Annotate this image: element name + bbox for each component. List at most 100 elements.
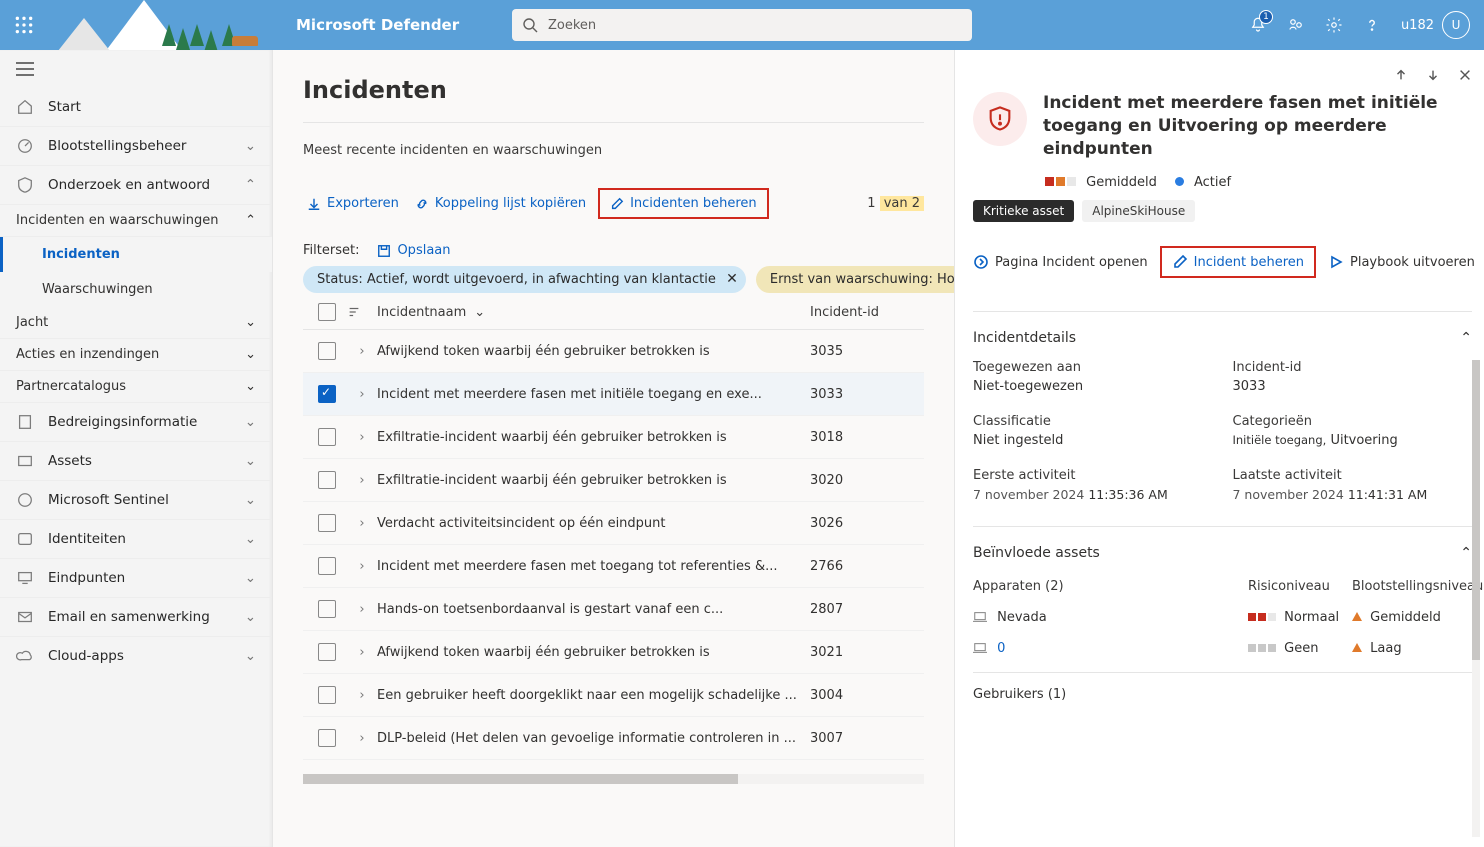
last-activity-value: 7 november 2024 11:41:31 AM <box>1233 487 1473 502</box>
expand-row-icon[interactable]: › <box>347 516 377 531</box>
settings-icon[interactable] <box>1325 16 1343 34</box>
table-row[interactable]: ›Hands-on toetsenbordaanval is gestart v… <box>303 588 924 631</box>
status-indicator: Actief <box>1175 175 1231 190</box>
row-name: DLP-beleid (Het delen van gevoelige info… <box>377 731 810 746</box>
row-id: 3033 <box>810 387 920 402</box>
nav-cloud-apps[interactable]: Cloud-apps ⌄ <box>0 637 272 675</box>
copy-link-button[interactable]: Koppeling lijst kopiëren <box>411 192 590 215</box>
main-content: Incidenten Meest recente incidenten en w… <box>273 50 954 847</box>
nav-sentinel[interactable]: Microsoft Sentinel ⌄ <box>0 481 272 520</box>
device-row[interactable]: 0 Geen Laag <box>973 633 1472 664</box>
nav-threat-intel[interactable]: Bedreigingsinformatie ⌄ <box>0 403 272 442</box>
row-checkbox[interactable] <box>318 471 336 489</box>
chevron-down-icon: ⌄ <box>245 138 256 154</box>
table-row[interactable]: ›Incident met meerdere fasen met initiël… <box>303 373 924 416</box>
expand-row-icon[interactable]: › <box>347 387 377 402</box>
row-name: Incident met meerdere fasen met toegang … <box>377 559 810 574</box>
row-checkbox[interactable] <box>318 686 336 704</box>
row-checkbox[interactable] <box>318 557 336 575</box>
row-checkbox[interactable] <box>318 729 336 747</box>
notifications-icon[interactable]: 1 <box>1249 16 1267 34</box>
user-menu[interactable]: u182 U <box>1401 11 1470 39</box>
manage-incident-button[interactable]: Incident beheren <box>1160 246 1316 278</box>
app-launcher-icon[interactable] <box>14 15 34 35</box>
incidentid-label: Incident-id <box>1233 360 1473 375</box>
row-name: Verdacht activiteitsincident op één eind… <box>377 516 810 531</box>
horizontal-scrollbar[interactable] <box>303 774 924 784</box>
run-playbook-button[interactable]: Playbook uitvoeren <box>1328 254 1475 270</box>
remove-chip-icon[interactable]: ✕ <box>726 271 738 287</box>
chevron-up-icon: ⌃ <box>1460 545 1472 561</box>
nav-incidents[interactable]: Incidenten <box>0 237 272 272</box>
last-activity-label: Laatste activiteit <box>1233 468 1473 483</box>
nav-actions[interactable]: Acties en inzendingen ⌄ <box>0 339 272 371</box>
row-name: Afwijkend token waarbij één gebruiker be… <box>377 344 810 359</box>
row-checkbox[interactable] <box>318 514 336 532</box>
help-icon[interactable] <box>1363 16 1381 34</box>
app-name: Microsoft Defender <box>296 16 459 34</box>
filter-chip-status[interactable]: Status: Actief, wordt uitgevoerd, in afw… <box>303 266 746 293</box>
col-incident-name[interactable]: Incidentnaam ⌄ <box>377 305 810 320</box>
nav-assets[interactable]: Assets ⌄ <box>0 442 272 481</box>
table-row[interactable]: ›DLP-beleid (Het delen van gevoelige inf… <box>303 717 924 760</box>
filters-save-button[interactable]: Opslaan <box>377 243 450 258</box>
row-checkbox[interactable] <box>318 428 336 446</box>
nav-toggle[interactable] <box>0 50 272 88</box>
open-incident-page-button[interactable]: Pagina Incident openen <box>973 254 1148 270</box>
panel-up-icon[interactable] <box>1394 68 1408 82</box>
sort-icon[interactable] <box>347 305 377 319</box>
expand-row-icon[interactable]: › <box>347 602 377 617</box>
table-row[interactable]: ›Exfiltratie-incident waarbij één gebrui… <box>303 416 924 459</box>
row-checkbox[interactable] <box>318 385 336 403</box>
nav-incidents-alerts[interactable]: Incidenten en waarschuwingen ⌃ <box>0 205 272 237</box>
expand-row-icon[interactable]: › <box>347 559 377 574</box>
table-row[interactable]: ›Afwijkend token waarbij één gebruiker b… <box>303 631 924 674</box>
expand-row-icon[interactable]: › <box>347 473 377 488</box>
nav-investigate[interactable]: Onderzoek en antwoord ⌃ <box>0 166 272 205</box>
panel-close-icon[interactable] <box>1458 68 1472 82</box>
categories-label: Categorieën <box>1233 414 1473 429</box>
expand-row-icon[interactable]: › <box>347 344 377 359</box>
nav-email[interactable]: Email en samenwerking ⌄ <box>0 598 272 637</box>
row-checkbox[interactable] <box>318 600 336 618</box>
row-name: Afwijkend token waarbij één gebruiker be… <box>377 645 810 660</box>
nav-alerts[interactable]: Waarschuwingen <box>0 272 272 307</box>
panel-down-icon[interactable] <box>1426 68 1440 82</box>
select-all-checkbox[interactable] <box>318 303 336 321</box>
expand-row-icon[interactable]: › <box>347 688 377 703</box>
expand-row-icon[interactable]: › <box>347 645 377 660</box>
assets-icon <box>16 452 34 470</box>
details-panel: Incident met meerdere fasen met initiële… <box>954 50 1484 847</box>
nav-hunting[interactable]: Jacht ⌄ <box>0 307 272 339</box>
manage-incidents-button[interactable]: Incidenten beheren <box>598 188 769 219</box>
chevron-down-icon: ⌄ <box>245 414 256 430</box>
impacted-assets-section[interactable]: Beïnvloede assets ⌃ <box>973 535 1472 571</box>
table-row[interactable]: ›Afwijkend token waarbij één gebruiker b… <box>303 330 924 373</box>
expand-row-icon[interactable]: › <box>347 731 377 746</box>
row-name: Exfiltratie-incident waarbij één gebruik… <box>377 473 810 488</box>
table-row[interactable]: ›Een gebruiker heeft doorgeklikt naar ee… <box>303 674 924 717</box>
chevron-down-icon: ⌄ <box>245 609 256 625</box>
filterset-label: Filterset: <box>303 243 359 258</box>
risk-col: Risiconiveau <box>1248 579 1348 594</box>
col-incident-id[interactable]: Incident-id <box>810 305 920 320</box>
global-search[interactable]: Zoeken <box>512 9 972 41</box>
row-checkbox[interactable] <box>318 643 336 661</box>
table-row[interactable]: ›Exfiltratie-incident waarbij één gebrui… <box>303 459 924 502</box>
community-icon[interactable] <box>1287 16 1305 34</box>
panel-scrollbar[interactable] <box>1472 360 1480 837</box>
table-row[interactable]: ›Incident met meerdere fasen met toegang… <box>303 545 924 588</box>
export-button[interactable]: Exporteren <box>303 192 403 215</box>
nav-start[interactable]: Start <box>0 88 272 127</box>
device-row[interactable]: Nevada Normaal Gemiddeld <box>973 602 1472 633</box>
table-row[interactable]: ›Verdacht activiteitsincident op één ein… <box>303 502 924 545</box>
nav-partner[interactable]: Partnercatalogus ⌄ <box>0 371 272 403</box>
nav-endpoints[interactable]: Eindpunten ⌄ <box>0 559 272 598</box>
row-checkbox[interactable] <box>318 342 336 360</box>
nav-identities[interactable]: Identiteiten ⌄ <box>0 520 272 559</box>
toolbar: Exporteren Koppeling lijst kopiëren Inci… <box>303 188 924 219</box>
row-id: 3026 <box>810 516 920 531</box>
nav-exposure[interactable]: Blootstellingsbeheer ⌄ <box>0 127 272 166</box>
incident-details-section[interactable]: Incidentdetails ⌃ <box>973 320 1472 356</box>
expand-row-icon[interactable]: › <box>347 430 377 445</box>
